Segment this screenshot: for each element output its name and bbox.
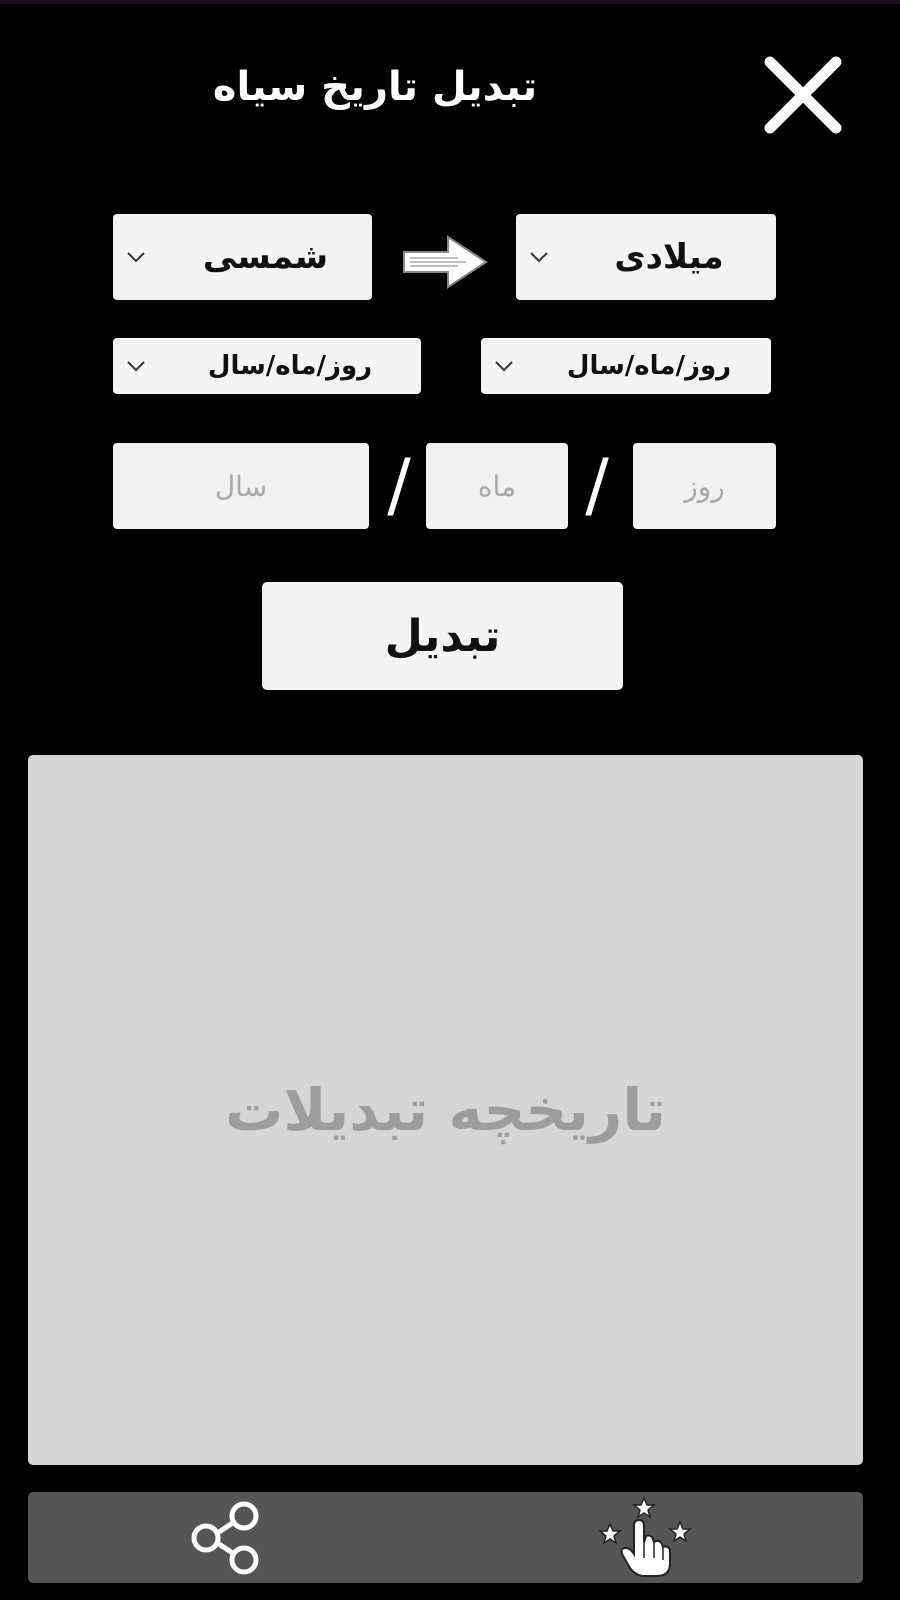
chevron-down-icon (516, 251, 562, 263)
history-panel: تاریخچه تبدیلات (28, 755, 863, 1465)
hand-stars-icon (597, 1496, 693, 1577)
share-icon (191, 1501, 259, 1575)
rate-button[interactable] (596, 1496, 696, 1580)
top-edge (0, 0, 900, 4)
bottom-bar (28, 1492, 863, 1583)
close-button[interactable] (762, 54, 844, 136)
arrow-right-icon (402, 234, 488, 290)
source-calendar-label: میلادی (614, 237, 724, 277)
source-calendar-select[interactable]: میلادی (516, 214, 776, 300)
target-format-label: روز/ماه/سال (207, 351, 373, 381)
chevron-down-icon (113, 360, 159, 372)
day-input[interactable] (633, 443, 776, 529)
year-input[interactable] (113, 443, 369, 529)
history-placeholder: تاریخچه تبدیلات (225, 1076, 666, 1144)
share-button[interactable] (188, 1500, 264, 1576)
chevron-down-icon (113, 251, 159, 263)
target-calendar-label: شمسی (202, 237, 329, 277)
date-separator: / (387, 444, 411, 526)
page-title: تبدیل تاریخ سیاه (212, 64, 538, 110)
month-input[interactable] (426, 443, 568, 529)
source-format-label: روز/ماه/سال (566, 351, 732, 381)
chevron-down-icon (481, 360, 527, 372)
close-icon (764, 56, 842, 134)
date-separator: / (585, 444, 609, 526)
convert-button[interactable]: تبدیل (262, 582, 623, 690)
target-calendar-select[interactable]: شمسی (113, 214, 372, 300)
target-format-select[interactable]: روز/ماه/سال (113, 338, 421, 394)
source-format-select[interactable]: روز/ماه/سال (481, 338, 771, 394)
